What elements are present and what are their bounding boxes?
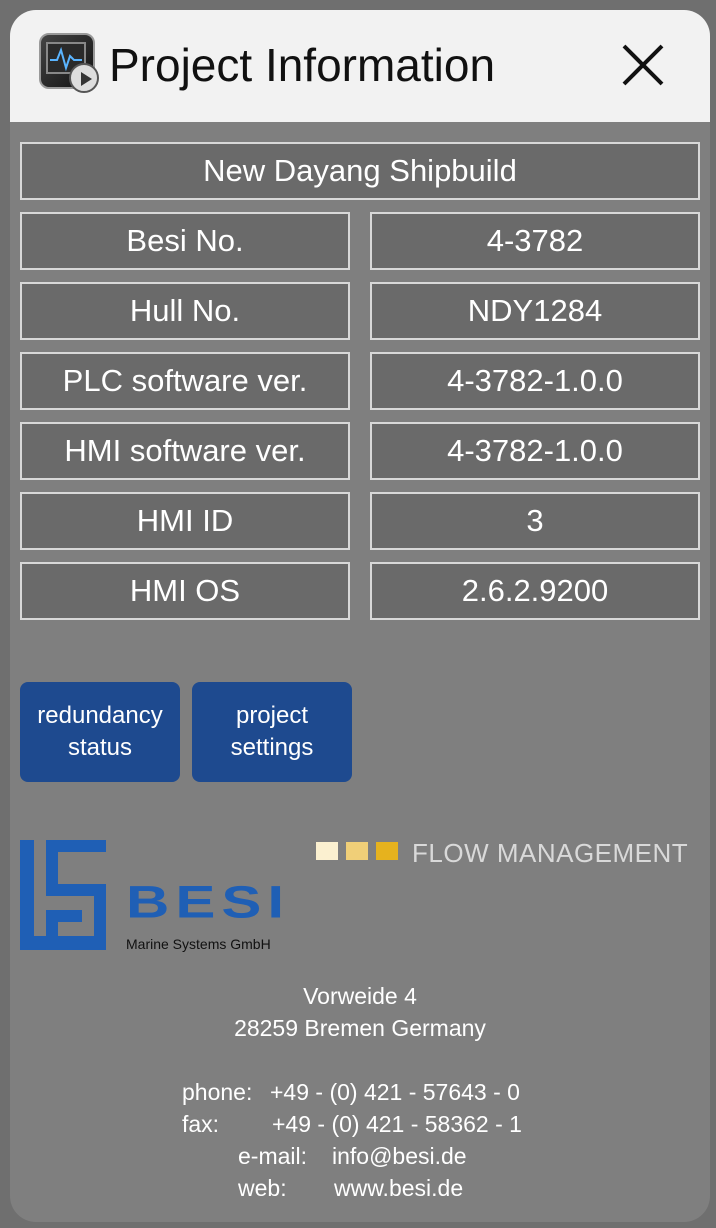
close-icon[interactable] bbox=[618, 40, 668, 90]
address-city: 28259 Bremen Germany bbox=[234, 1015, 486, 1041]
besi-logo-subtitle: Marine Systems GmbH bbox=[126, 936, 271, 952]
project-settings-button[interactable]: project settings bbox=[192, 682, 352, 782]
field-value-hull-no: NDY1284 bbox=[370, 282, 700, 340]
field-value-plc-version: 4-3782-1.0.0 bbox=[370, 352, 700, 410]
brand-square-2 bbox=[346, 842, 368, 860]
field-label-plc-version: PLC software ver. bbox=[20, 352, 350, 410]
web-value[interactable]: www.besi.de bbox=[334, 1175, 463, 1202]
redundancy-status-button[interactable]: redundancy status bbox=[20, 682, 180, 782]
field-value-hmi-id: 3 bbox=[370, 492, 700, 550]
window-title: Project Information bbox=[109, 39, 496, 91]
field-label-hmi-id: HMI ID bbox=[20, 492, 350, 550]
phone-label: phone: bbox=[182, 1079, 253, 1105]
project-information-dialog: Project Information New Dayang Shipbuild… bbox=[10, 10, 710, 1222]
brand-square-1 bbox=[316, 842, 338, 860]
field-label-hull-no: Hull No. bbox=[20, 282, 350, 340]
fax-value: +49 - (0) 421 - 58362 - 1 bbox=[272, 1111, 522, 1137]
field-value-hmi-version: 4-3782-1.0.0 bbox=[370, 422, 700, 480]
field-value-hmi-os: 2.6.2.9200 bbox=[370, 562, 700, 620]
field-label-hmi-version: HMI software ver. bbox=[20, 422, 350, 480]
phone-value: +49 - (0) 421 - 57643 - 0 bbox=[270, 1079, 520, 1105]
project-name-field: New Dayang Shipbuild bbox=[20, 142, 700, 200]
field-label-besi-no: Besi No. bbox=[20, 212, 350, 270]
email-value[interactable]: info@besi.de bbox=[332, 1143, 467, 1170]
play-icon bbox=[69, 63, 99, 93]
email-label: e-mail: bbox=[238, 1143, 308, 1169]
web-label: web: bbox=[238, 1175, 287, 1201]
besi-logo-icon bbox=[20, 840, 106, 950]
besi-logo-text: BESI bbox=[126, 877, 291, 928]
brand-square-3 bbox=[376, 842, 398, 860]
monitor-play-icon bbox=[39, 33, 99, 93]
field-value-besi-no: 4-3782 bbox=[370, 212, 700, 270]
brand-tagline: FLOW MANAGEMENT bbox=[412, 838, 689, 868]
title-bar: Project Information bbox=[10, 10, 710, 122]
fax-label: fax: bbox=[182, 1111, 220, 1137]
address-street: Vorweide 4 bbox=[303, 983, 417, 1009]
field-label-hmi-os: HMI OS bbox=[20, 562, 350, 620]
